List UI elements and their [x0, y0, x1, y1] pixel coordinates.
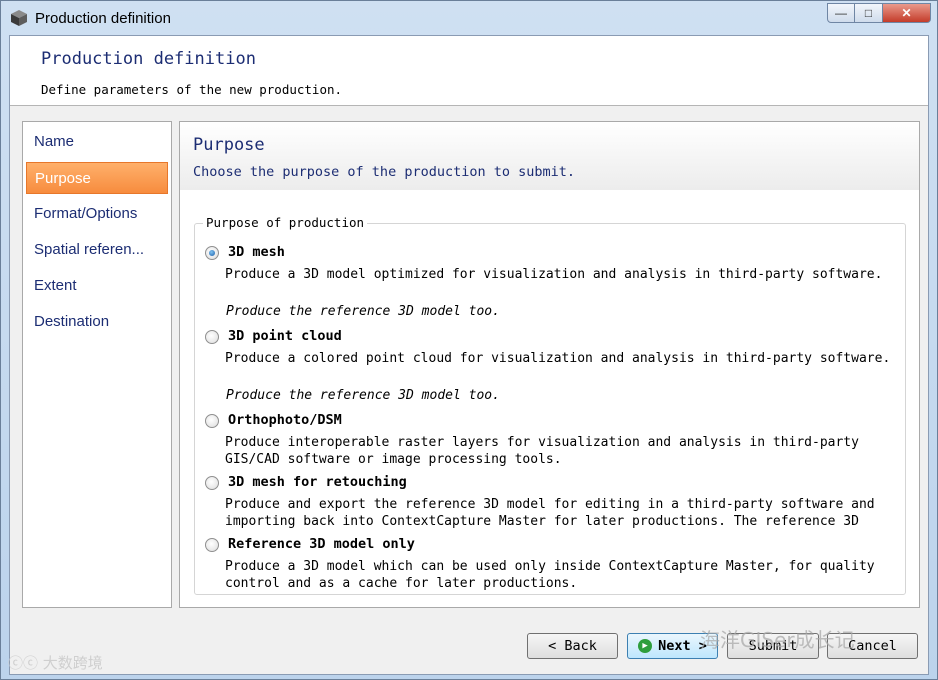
- option-label[interactable]: Reference 3D model only: [228, 536, 415, 552]
- option-description: Produce a colored point cloud for visual…: [225, 351, 891, 366]
- watermark-left: ⓒⓒ 大数跨境: [8, 654, 103, 672]
- option-3d-mesh[interactable]: 3D mesh Produce a 3D model optimized for…: [205, 244, 895, 326]
- radio-reference-3d-model[interactable]: [205, 538, 219, 552]
- step-purpose[interactable]: Purpose: [26, 162, 168, 194]
- groupbox-label: Purpose of production: [203, 215, 368, 230]
- step-format-options[interactable]: Format/Options: [26, 198, 168, 230]
- production-definition-window: Production definition — □ ✕ Production d…: [0, 0, 938, 680]
- dialog-client-area: Production definition Define parameters …: [9, 35, 929, 675]
- step-spatial-reference[interactable]: Spatial referen...: [26, 234, 168, 266]
- step-destination[interactable]: Destination: [26, 306, 168, 338]
- cancel-label: Cancel: [848, 638, 897, 654]
- cube-app-icon: [11, 10, 27, 26]
- option-label[interactable]: Orthophoto/DSM: [228, 412, 342, 428]
- purpose-groupbox: Purpose of production 3D mesh Produce a …: [194, 215, 906, 595]
- wizard-step-list: Name Purpose Format/Options Spatial refe…: [22, 121, 172, 608]
- next-arrow-icon: ▶: [638, 639, 653, 653]
- step-name[interactable]: Name: [26, 126, 168, 158]
- option-extra: Produce the reference 3D model too.: [226, 304, 500, 319]
- panel-title: Purpose: [193, 135, 265, 155]
- wizard-title: Production definition: [41, 49, 256, 69]
- option-reference-3d-model[interactable]: Reference 3D model only Produce a 3D mod…: [205, 536, 895, 592]
- option-description: Produce interoperable raster layers for …: [225, 435, 859, 467]
- watermark-right: 海洋GISer成长记: [700, 628, 855, 652]
- option-extra: Produce the reference 3D model too.: [226, 388, 500, 403]
- option-description: Produce and export the reference 3D mode…: [225, 497, 875, 529]
- close-button[interactable]: ✕: [883, 3, 931, 23]
- wizard-subtitle: Define parameters of the new production.: [41, 82, 343, 97]
- panel-header: Purpose Choose the purpose of the produc…: [180, 122, 919, 190]
- purpose-panel: Purpose Choose the purpose of the produc…: [179, 121, 920, 608]
- back-label: < Back: [548, 638, 597, 654]
- title-bar[interactable]: Production definition — □ ✕: [1, 1, 937, 35]
- option-label[interactable]: 3D point cloud: [228, 328, 342, 344]
- minimize-button[interactable]: —: [827, 3, 855, 23]
- option-description: Produce a 3D model which can be used onl…: [225, 559, 875, 591]
- wizard-header: Production definition Define parameters …: [10, 36, 928, 106]
- maximize-button[interactable]: □: [855, 3, 883, 23]
- panel-subtitle: Choose the purpose of the production to …: [193, 164, 576, 180]
- radio-3d-mesh-retouching[interactable]: [205, 476, 219, 490]
- option-3d-mesh-retouching[interactable]: 3D mesh for retouching Produce and expor…: [205, 474, 895, 534]
- window-controls: — □ ✕: [827, 3, 931, 23]
- back-button[interactable]: < Back: [527, 633, 618, 659]
- option-orthophoto-dsm[interactable]: Orthophoto/DSM Produce interoperable ras…: [205, 412, 895, 472]
- option-label[interactable]: 3D mesh for retouching: [228, 474, 407, 490]
- option-label[interactable]: 3D mesh: [228, 244, 285, 260]
- step-extent[interactable]: Extent: [26, 270, 168, 302]
- option-3d-point-cloud[interactable]: 3D point cloud Produce a colored point c…: [205, 328, 895, 410]
- radio-3d-mesh[interactable]: [205, 246, 219, 260]
- option-description: Produce a 3D model optimized for visuali…: [225, 267, 883, 282]
- radio-3d-point-cloud[interactable]: [205, 330, 219, 344]
- window-title: Production definition: [35, 10, 171, 27]
- radio-orthophoto-dsm[interactable]: [205, 414, 219, 428]
